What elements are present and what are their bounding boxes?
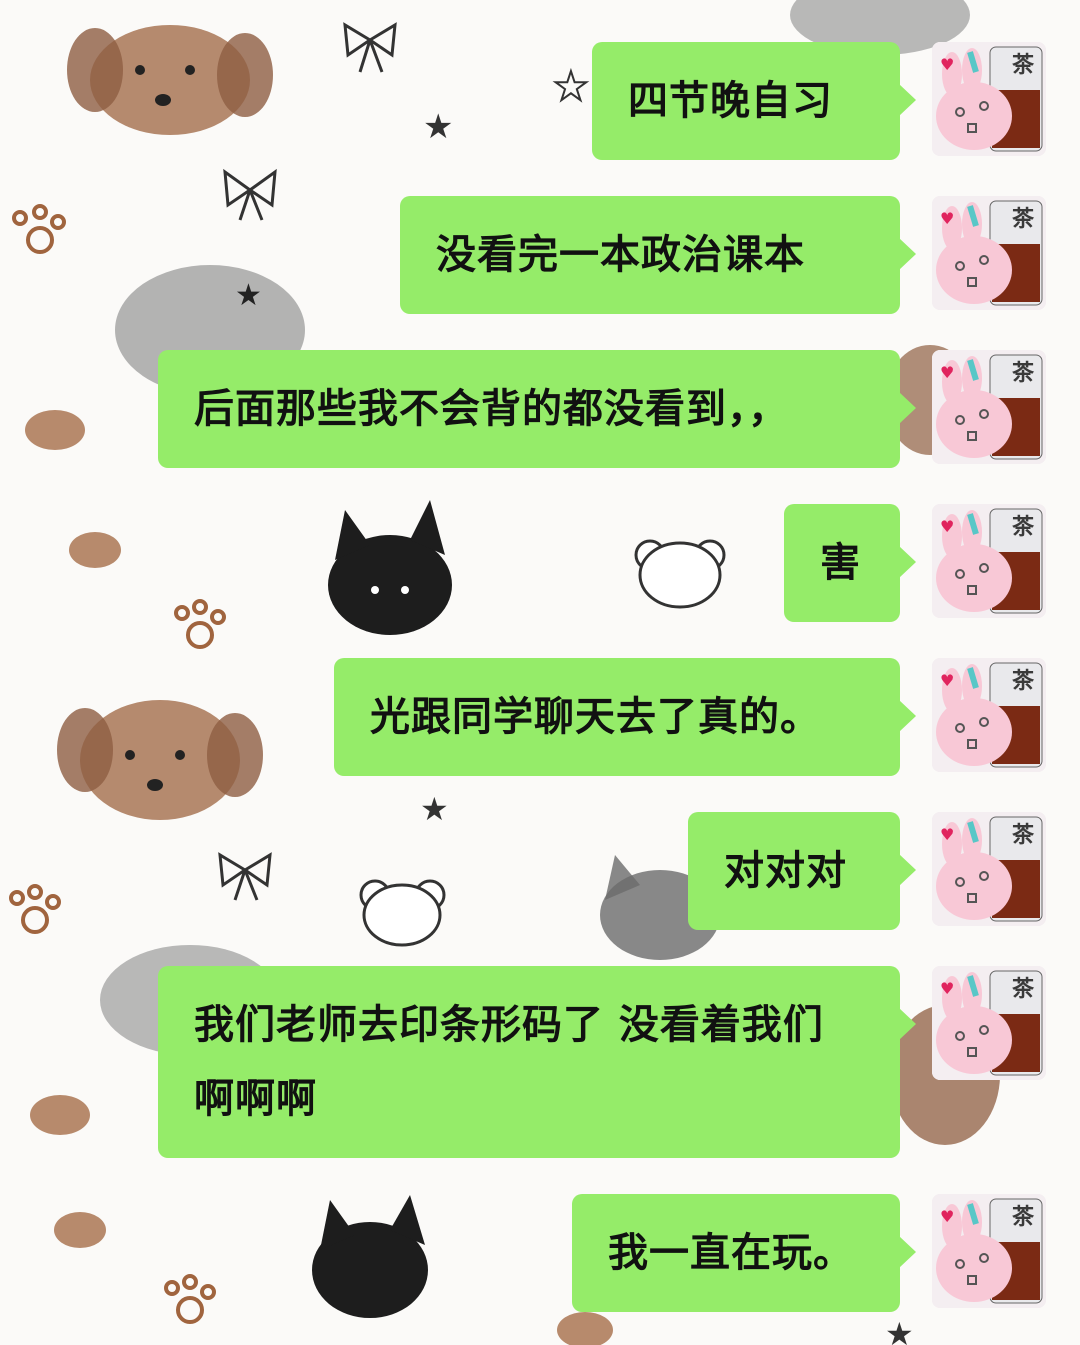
- avatar[interactable]: 茶 ♥: [932, 1194, 1046, 1308]
- message-text: 我一直在玩。: [608, 1230, 854, 1276]
- avatar[interactable]: 茶 ♥: [932, 42, 1046, 156]
- bunny-milk-tea-avatar-icon: 茶 ♥: [932, 350, 1046, 464]
- svg-text:♥: ♥: [940, 55, 954, 74]
- svg-text:♥: ♥: [940, 671, 954, 690]
- paw-print-icon: [164, 1274, 216, 1324]
- message-bubble[interactable]: 害: [784, 504, 916, 622]
- svg-text:茶: 茶: [1012, 977, 1035, 1002]
- message-text: 没看完一本政治课本: [436, 232, 805, 278]
- message-bubble[interactable]: 我们老师去印条形码了 没看着我们啊啊啊: [158, 966, 916, 1158]
- candy-icon: [30, 1095, 90, 1135]
- bear-face-icon: [634, 539, 726, 609]
- svg-text:茶: 茶: [1012, 515, 1035, 540]
- star-icon: ★: [423, 107, 453, 147]
- message-bubble[interactable]: 四节晚自习: [592, 42, 916, 160]
- brown-dog-icon: [57, 700, 263, 820]
- star-icon: ★: [885, 1315, 914, 1345]
- paw-print-icon: [174, 599, 226, 649]
- message-text: 后面那些我不会背的都没看到，，: [194, 386, 789, 432]
- message-bubble[interactable]: 我一直在玩。: [572, 1194, 916, 1312]
- bunny-milk-tea-avatar-icon: 茶 ♥: [932, 504, 1046, 618]
- svg-text:茶: 茶: [1012, 53, 1035, 78]
- bow-icon: [223, 168, 277, 221]
- message-text: 害: [820, 540, 861, 586]
- star-icon: ★: [553, 64, 589, 110]
- message-bubble[interactable]: 后面那些我不会背的都没看到，，: [158, 350, 916, 468]
- svg-text:♥: ♥: [940, 1207, 954, 1226]
- avatar[interactable]: 茶 ♥: [932, 196, 1046, 310]
- candy-icon: [557, 1312, 613, 1345]
- svg-text:♥: ♥: [940, 979, 954, 998]
- message-bubble[interactable]: 对对对: [688, 812, 916, 930]
- bear-face-icon: [359, 879, 446, 947]
- message-text: 光跟同学聊天去了真的。: [370, 694, 821, 740]
- message-bubble[interactable]: 光跟同学聊天去了真的。: [334, 658, 916, 776]
- message-text: 四节晚自习: [628, 78, 833, 124]
- svg-text:♥: ♥: [940, 517, 954, 536]
- bunny-milk-tea-avatar-icon: 茶 ♥: [932, 1194, 1046, 1308]
- message-bubble[interactable]: 没看完一本政治课本: [400, 196, 916, 314]
- avatar[interactable]: 茶 ♥: [932, 966, 1046, 1080]
- avatar[interactable]: 茶 ♥: [932, 350, 1046, 464]
- black-cat-icon: [312, 1195, 428, 1318]
- svg-text:茶: 茶: [1012, 361, 1035, 386]
- bunny-milk-tea-avatar-icon: 茶 ♥: [932, 196, 1046, 310]
- bunny-milk-tea-avatar-icon: 茶 ♥: [932, 966, 1046, 1080]
- svg-text:★: ★: [235, 278, 262, 313]
- avatar[interactable]: 茶 ♥: [932, 658, 1046, 772]
- bunny-milk-tea-avatar-icon: 茶 ♥: [932, 658, 1046, 772]
- candy-icon: [25, 410, 85, 450]
- message-text: 对对对: [724, 848, 847, 894]
- black-cat-icon: [328, 500, 452, 635]
- avatar[interactable]: 茶 ♥: [932, 812, 1046, 926]
- bunny-milk-tea-avatar-icon: 茶 ♥: [932, 42, 1046, 156]
- paw-print-icon: [9, 884, 61, 934]
- candy-icon: [69, 532, 121, 568]
- candy-icon: [54, 1212, 106, 1248]
- svg-text:茶: 茶: [1012, 1205, 1035, 1230]
- svg-text:♥: ♥: [940, 209, 954, 228]
- brown-dog-icon: [67, 25, 273, 135]
- svg-text:♥: ♥: [940, 363, 954, 382]
- svg-text:♥: ♥: [940, 825, 954, 844]
- svg-text:茶: 茶: [1012, 207, 1035, 232]
- message-text: 我们老师去印条形码了 没看着我们啊啊啊: [194, 1002, 824, 1122]
- avatar[interactable]: 茶 ♥: [932, 504, 1046, 618]
- svg-text:茶: 茶: [1012, 823, 1035, 848]
- star-icon: ★: [420, 790, 449, 828]
- bunny-milk-tea-avatar-icon: 茶 ♥: [932, 812, 1046, 926]
- bow-icon: [343, 22, 397, 73]
- svg-text:茶: 茶: [1012, 669, 1035, 694]
- paw-print-icon: [12, 204, 66, 254]
- bow-icon: [218, 852, 272, 901]
